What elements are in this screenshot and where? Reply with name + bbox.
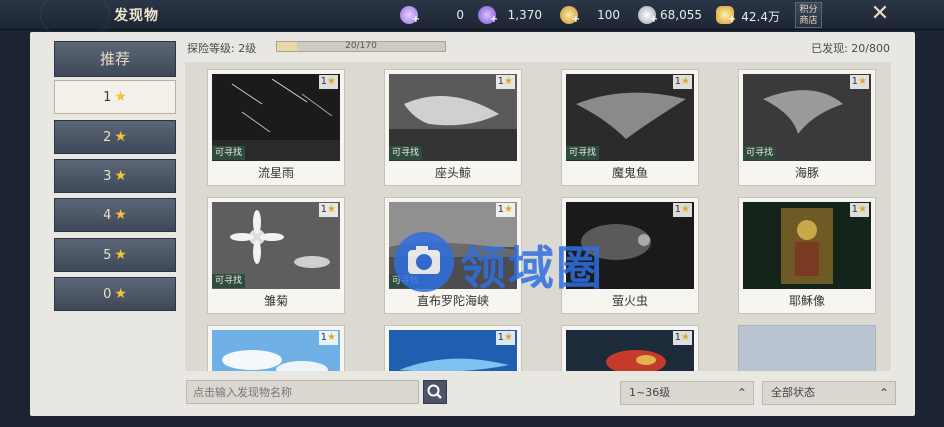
points-shop-button[interactable]: 积分商店 <box>795 2 822 28</box>
star-icon: ★ <box>114 129 127 145</box>
star-rating-badge: 1★ <box>318 203 338 217</box>
close-icon[interactable]: ✕ <box>868 3 892 27</box>
star-icon: ★ <box>327 204 336 215</box>
resource-silver-coin[interactable]: + 68,055 <box>638 4 704 26</box>
exploration-progress-bar: 20/170 <box>276 41 446 52</box>
exploration-level-label: 探险等级: 2级 <box>187 42 257 55</box>
page-title: 发现物 <box>114 8 159 24</box>
star-rating-badge: 1★ <box>318 75 338 89</box>
star-icon: ★ <box>681 76 690 87</box>
star-rating-badge: 1★ <box>849 75 869 89</box>
watermark: 领域圈 <box>392 228 672 298</box>
plus-icon: + <box>571 14 581 25</box>
resource-gold-coin[interactable]: + 100 <box>560 4 622 26</box>
progress-text: 20/170 <box>345 41 377 51</box>
discovery-card[interactable]: 1★ 可寻找雏菊 <box>207 197 345 314</box>
star-rating-badge: 1★ <box>849 203 869 217</box>
star-rating-badge: 1★ <box>672 75 692 89</box>
discovery-card[interactable]: 1★ 耶稣像 <box>738 197 876 314</box>
camera-logo-icon <box>394 232 454 292</box>
sidebar-item-star-4[interactable]: 4 ★ <box>54 198 176 232</box>
star-icon: ★ <box>114 286 127 302</box>
star-rating-badge: 1★ <box>495 75 515 89</box>
search-input[interactable] <box>186 380 419 404</box>
searchable-tag: 可寻找 <box>212 274 246 288</box>
level-filter-dropdown[interactable]: 1~36级 ⌃ <box>620 381 754 405</box>
star-icon: ★ <box>327 332 336 343</box>
star-rating-badge: 1★ <box>495 203 515 217</box>
discovery-card[interactable]: 1★ <box>384 325 522 371</box>
discovery-name: 雏菊 <box>263 294 288 308</box>
top-bar: 发现物 + 0 + 1,370 + 100 + 68,055 + 42.4万 积… <box>0 0 944 40</box>
searchable-tag: 可寻找 <box>566 146 600 160</box>
plus-icon: + <box>649 14 659 25</box>
discovery-card[interactable]: 1★ <box>207 325 345 371</box>
sidebar-item-star-0[interactable]: 0 ★ <box>54 277 176 311</box>
discovery-name: 海豚 <box>794 166 819 180</box>
resource-purple-gem-1[interactable]: + 0 <box>400 4 466 26</box>
searchable-tag: 可寻找 <box>743 146 777 160</box>
discovery-card[interactable] <box>738 325 876 371</box>
sidebar-item-recommend[interactable]: 推荐 <box>54 41 176 77</box>
star-icon: ★ <box>114 168 127 184</box>
sidebar-item-star-2[interactable]: 2 ★ <box>54 120 176 154</box>
star-icon: ★ <box>114 89 127 105</box>
discovery-name: 座头鲸 <box>434 166 471 180</box>
discovery-card[interactable]: 1★ <box>561 325 699 371</box>
resource-purple-gem-2[interactable]: + 1,370 <box>478 4 544 26</box>
star-rating-badge: 1★ <box>672 203 692 217</box>
discovery-name: 流星雨 <box>257 166 294 180</box>
discovery-card[interactable]: 1★ 可寻找 魔鬼鱼 <box>561 69 699 186</box>
plus-icon: + <box>489 14 499 25</box>
star-rating-badge: 1★ <box>672 331 692 345</box>
chevron-up-icon: ⌃ <box>736 386 747 400</box>
discovery-card[interactable]: 1★ 可寻找 座头鲸 <box>384 69 522 186</box>
searchable-tag: 可寻找 <box>212 146 246 160</box>
status-filter-dropdown[interactable]: 全部状态 ⌃ <box>762 381 896 405</box>
resource-gold-ingot[interactable]: + 42.4万 <box>716 4 782 26</box>
search-button[interactable] <box>423 380 447 404</box>
star-icon: ★ <box>114 247 127 263</box>
star-icon: ★ <box>504 332 513 343</box>
discovery-card[interactable]: 1★ 可寻找 流星雨 <box>207 69 345 186</box>
star-icon: ★ <box>504 204 513 215</box>
sidebar-item-star-5[interactable]: 5 ★ <box>54 238 176 272</box>
discovery-grid: 1★ 可寻找 流星雨 1★ 可寻找 座头鲸 1★ 可寻找 魔鬼鱼 1★ 可寻找 海豚 1★ 可寻找 雏菊 1★… <box>185 62 891 371</box>
plus-icon: + <box>727 14 737 25</box>
star-icon: ★ <box>858 76 867 87</box>
star-icon: ★ <box>504 76 513 87</box>
star-icon: ★ <box>327 76 336 87</box>
discovery-name: 魔鬼鱼 <box>611 166 648 180</box>
star-rating-badge: 1★ <box>318 331 338 345</box>
sidebar-item-star-3[interactable]: 3 ★ <box>54 159 176 193</box>
searchable-tag: 可寻找 <box>389 146 423 160</box>
discovered-count: 已发现: 20/800 <box>811 42 890 55</box>
star-icon: ★ <box>681 332 690 343</box>
star-rating-badge: 1★ <box>495 331 515 345</box>
sidebar-item-star-1[interactable]: 1 ★ <box>54 80 176 114</box>
discovery-name: 耶稣像 <box>788 294 825 308</box>
star-icon: ★ <box>858 204 867 215</box>
star-icon: ★ <box>114 207 127 223</box>
star-icon: ★ <box>681 204 690 215</box>
plus-icon: + <box>411 14 421 25</box>
discovery-card[interactable]: 1★ 可寻找海豚 <box>738 69 876 186</box>
search-icon <box>427 384 442 399</box>
chevron-up-icon: ⌃ <box>878 386 889 400</box>
